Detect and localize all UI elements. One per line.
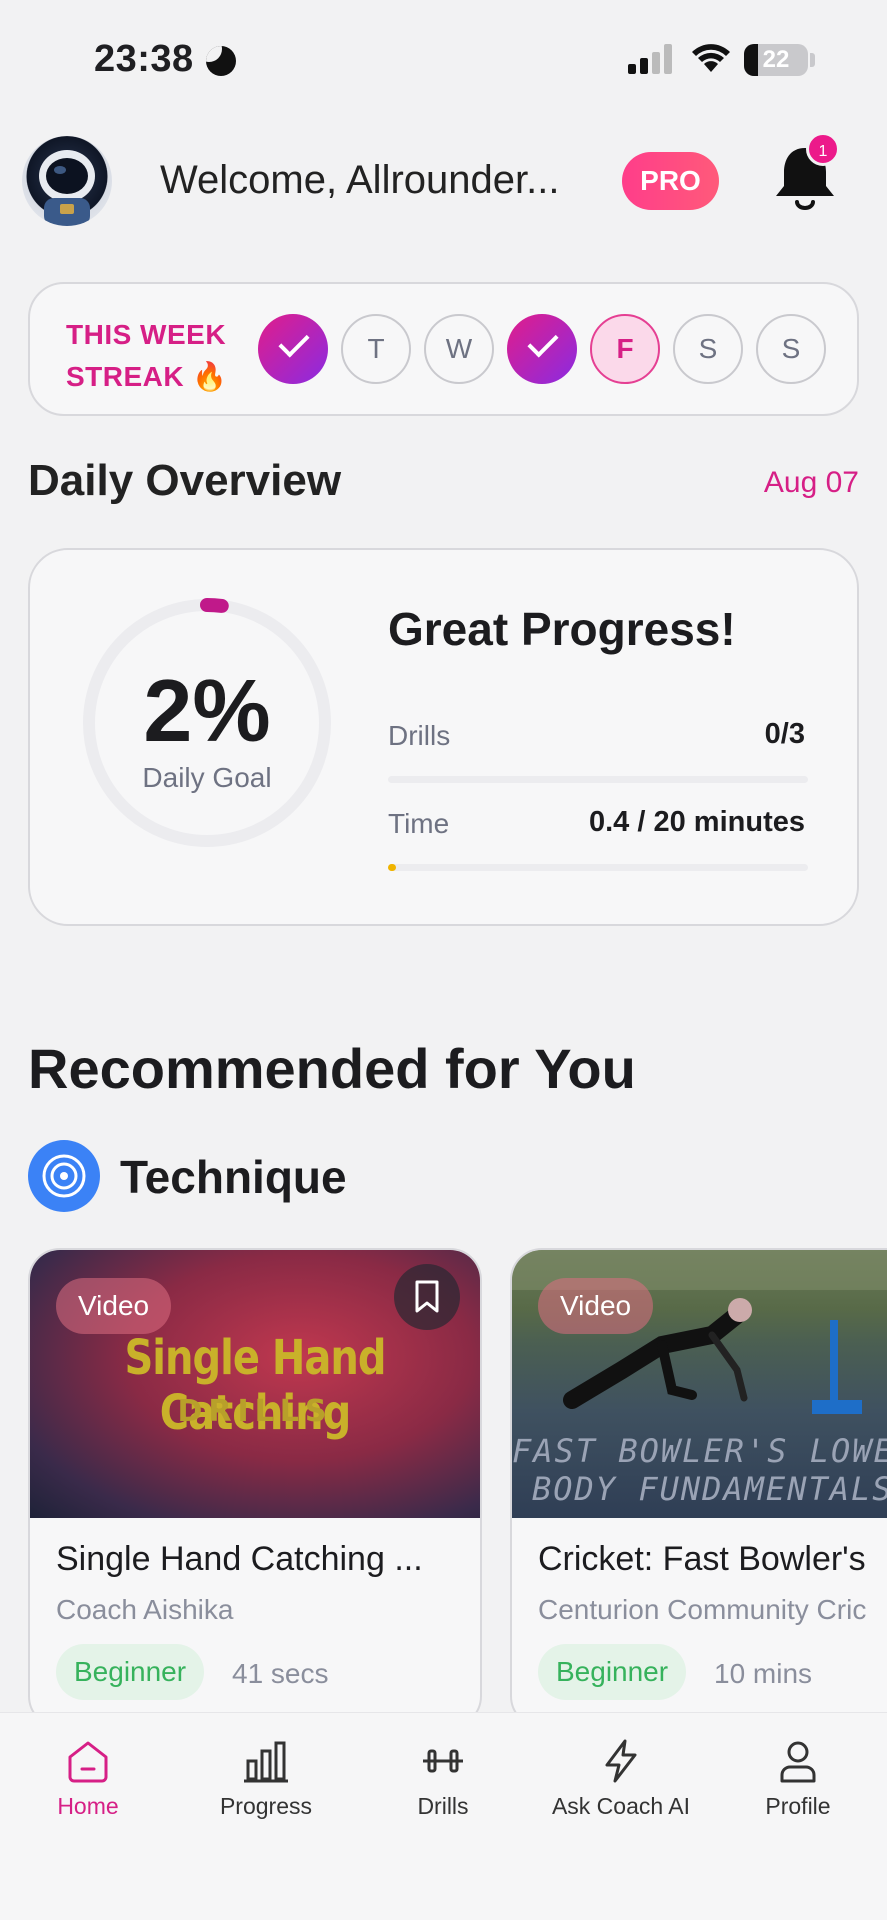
tab-home[interactable]: Home bbox=[3, 1737, 173, 1820]
astronaut-icon bbox=[39, 150, 95, 226]
video-title: Single Hand Catching ... bbox=[56, 1540, 423, 1578]
status-time: 23:38 bbox=[94, 38, 194, 80]
goal-percent: 2% bbox=[143, 661, 271, 760]
tab-progress[interactable]: Progress bbox=[181, 1737, 351, 1820]
streak-day-6[interactable]: S bbox=[673, 314, 743, 384]
bookmark-icon[interactable] bbox=[394, 1264, 460, 1330]
pro-badge[interactable]: PRO bbox=[622, 152, 719, 210]
video-card[interactable]: Single Hand Catching DRILLS Video Single… bbox=[28, 1248, 482, 1728]
streak-day-3[interactable]: W bbox=[424, 314, 494, 384]
notification-badge: 1 bbox=[806, 132, 840, 166]
tab-profile[interactable]: Profile bbox=[713, 1737, 883, 1820]
battery-percent: 22 bbox=[762, 46, 790, 73]
drills-label: Drills bbox=[388, 720, 451, 751]
battery-icon: 22 bbox=[744, 44, 808, 76]
week-streak-card: THIS WEEK STREAK 🔥 TWFSS bbox=[28, 282, 859, 416]
streak-day-4[interactable] bbox=[507, 314, 577, 384]
video-duration: 41 secs bbox=[232, 1658, 329, 1689]
home-icon bbox=[68, 1741, 108, 1783]
avatar[interactable] bbox=[22, 136, 112, 226]
streak-day-1[interactable] bbox=[258, 314, 328, 384]
video-tag: Video bbox=[56, 1278, 172, 1334]
daily-overview-card[interactable]: 2% Daily Goal Great Progress! Drills 0/3… bbox=[28, 548, 859, 926]
target-icon bbox=[28, 1140, 100, 1212]
lightning-icon bbox=[605, 1739, 637, 1783]
check-icon bbox=[527, 326, 559, 358]
level-badge: Beginner bbox=[538, 1644, 687, 1700]
time-progress-bar bbox=[388, 864, 808, 871]
recommended-title: Recommended for You bbox=[28, 1037, 636, 1100]
video-duration: 10 mins bbox=[714, 1658, 813, 1689]
overview-date[interactable]: Aug 07 bbox=[764, 466, 859, 500]
video-tag: Video bbox=[538, 1278, 654, 1334]
user-icon bbox=[780, 1741, 816, 1783]
check-icon bbox=[278, 326, 310, 358]
status-bar: 23:38 22 bbox=[0, 0, 887, 120]
wifi-icon bbox=[692, 44, 730, 72]
coach-name: Centurion Community Cric bbox=[538, 1594, 867, 1625]
progress-headline: Great Progress! bbox=[388, 603, 736, 655]
level-badge: Beginner bbox=[56, 1644, 205, 1700]
bottom-tab-bar: Home Progress Drills Ask Coach AI Profil… bbox=[0, 1712, 887, 1920]
moon-icon bbox=[206, 46, 236, 76]
time-value: 0.4 / 20 minutes bbox=[589, 806, 805, 838]
video-thumbnail[interactable]: Single Hand Catching DRILLS Video bbox=[30, 1250, 480, 1518]
drills-value: 0/3 bbox=[764, 718, 805, 750]
tab-drills[interactable]: Drills bbox=[358, 1737, 528, 1820]
goal-label: Daily Goal bbox=[142, 762, 272, 793]
tab-ask-coach-ai[interactable]: Ask Coach AI bbox=[536, 1737, 706, 1820]
coach-name: Coach Aishika bbox=[56, 1594, 234, 1625]
cellular-signal-icon bbox=[628, 44, 674, 74]
streak-day-7[interactable]: S bbox=[756, 314, 826, 384]
streak-day-5[interactable]: F bbox=[590, 314, 660, 384]
daily-overview-title: Daily Overview bbox=[28, 456, 342, 505]
bar-chart-icon bbox=[244, 1741, 288, 1783]
video-title: Cricket: Fast Bowler's bbox=[538, 1540, 866, 1578]
category-technique[interactable]: Technique bbox=[120, 1150, 347, 1204]
video-card[interactable]: FAST BOWLER'S LOWER BODY FUNDAMENTALS Vi… bbox=[510, 1248, 887, 1728]
dumbbell-icon bbox=[423, 1749, 463, 1773]
video-thumbnail[interactable]: FAST BOWLER'S LOWER BODY FUNDAMENTALS Vi… bbox=[512, 1250, 887, 1518]
drills-progress-bar bbox=[388, 776, 808, 783]
streak-day-2[interactable]: T bbox=[341, 314, 411, 384]
streak-label: THIS WEEK STREAK 🔥 bbox=[66, 319, 228, 392]
time-label: Time bbox=[388, 808, 450, 839]
welcome-text: Welcome, Allrounder... bbox=[160, 158, 560, 202]
